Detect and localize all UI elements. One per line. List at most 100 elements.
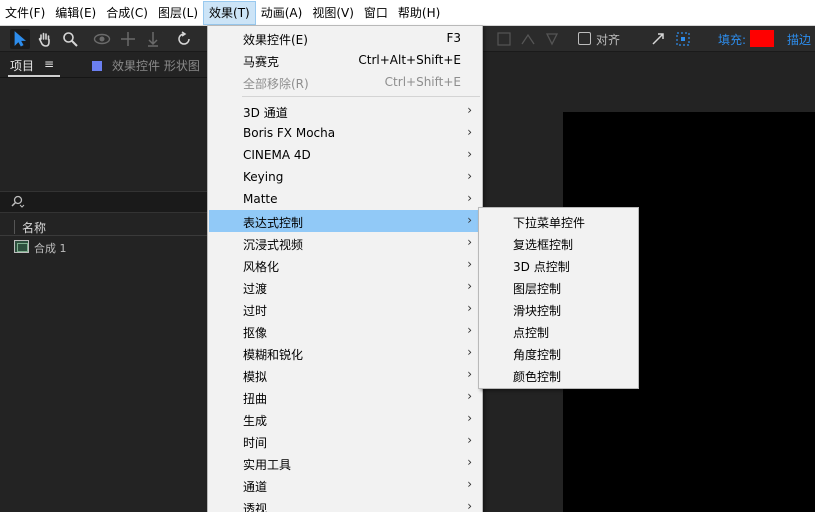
submenu-item-layer-control[interactable]: 图层控制: [480, 276, 637, 298]
puppet-starch-icon[interactable]: [542, 29, 562, 49]
menu-item-blur-sharpen[interactable]: 模糊和锐化 ›: [209, 342, 481, 364]
menu-item-label: 抠像: [243, 326, 268, 340]
menu-item-obsolete[interactable]: 过时 ›: [209, 298, 481, 320]
menu-item-stylize[interactable]: 风格化 ›: [209, 254, 481, 276]
pan-camera-icon[interactable]: [118, 29, 138, 49]
chevron-right-icon: ›: [467, 411, 472, 425]
menu-item-boris-fx-mocha[interactable]: Boris FX Mocha ›: [209, 122, 481, 144]
snap-arrow-icon[interactable]: [648, 29, 668, 49]
menu-item-keying[interactable]: Keying ›: [209, 166, 481, 188]
menu-item-matte[interactable]: Matte ›: [209, 188, 481, 210]
menu-item-label: 表达式控制: [243, 216, 304, 230]
menu-bar: 文件(F) 编辑(E) 合成(C) 图层(L) 效果(T) 动画(A) 视图(V…: [0, 0, 815, 26]
submenu-item-label: 颜色控制: [513, 370, 562, 384]
puppet-bend-icon[interactable]: [518, 29, 538, 49]
chevron-right-icon: ›: [467, 323, 472, 337]
expression-controls-submenu: 下拉菜单控件 复选框控制 3D 点控制 图层控制 滑块控制 点控制 角度控制 颜…: [478, 207, 639, 389]
menu-item-cinema-4d[interactable]: CINEMA 4D ›: [209, 144, 481, 166]
menu-item-keying-cn[interactable]: 抠像 ›: [209, 320, 481, 342]
rotate-icon[interactable]: [174, 29, 194, 49]
chevron-right-icon: ›: [467, 257, 472, 271]
menu-item-effect-controls[interactable]: 效果控件(E) F3: [209, 27, 481, 49]
menu-item-label: 模糊和锐化: [243, 348, 304, 362]
selection-arrow-icon[interactable]: [10, 29, 30, 49]
project-search-input[interactable]: [0, 191, 207, 213]
menu-item-label: 模拟: [243, 370, 268, 384]
submenu-item-label: 角度控制: [513, 348, 562, 362]
active-tab-underline: [8, 75, 60, 77]
menu-item-expression-controls[interactable]: 表达式控制 ›: [209, 210, 481, 232]
menu-item-utility[interactable]: 实用工具 ›: [209, 452, 481, 474]
snap-grid-icon[interactable]: [673, 29, 693, 49]
chevron-right-icon: ›: [467, 477, 472, 491]
column-header: 名称: [0, 218, 207, 236]
menu-item-time[interactable]: 时间 ›: [209, 430, 481, 452]
menu-item-label: Boris FX Mocha: [243, 126, 336, 140]
menu-window[interactable]: 窗口: [359, 1, 393, 25]
dolly-camera-icon[interactable]: [143, 29, 163, 49]
menu-edit[interactable]: 编辑(E): [50, 1, 101, 25]
chevron-right-icon: ›: [467, 235, 472, 249]
project-item[interactable]: 合成 1: [0, 238, 207, 256]
menu-item-generate[interactable]: 生成 ›: [209, 408, 481, 430]
menu-effect[interactable]: 效果(T): [203, 0, 256, 25]
chevron-right-icon: ›: [467, 103, 472, 117]
menu-item-simulation[interactable]: 模拟 ›: [209, 364, 481, 386]
menu-item-label: Matte: [243, 192, 278, 206]
composition-icon: [14, 240, 29, 253]
effect-menu-dropdown: 效果控件(E) F3 马赛克 Ctrl+Alt+Shift+E 全部移除(R) …: [207, 25, 483, 512]
fill-color-swatch[interactable]: [750, 30, 774, 47]
chevron-right-icon: ›: [467, 169, 472, 183]
submenu-item-dropdown-control[interactable]: 下拉菜单控件: [480, 210, 637, 232]
submenu-item-checkbox-control[interactable]: 复选框控制: [480, 232, 637, 254]
menu-item-channel[interactable]: 通道 ›: [209, 474, 481, 496]
chevron-right-icon: ›: [467, 455, 472, 469]
menu-item-mosaic[interactable]: 马赛克 Ctrl+Alt+Shift+E: [209, 49, 481, 71]
snap-label: 对齐: [596, 33, 621, 47]
zoom-icon[interactable]: [60, 29, 80, 49]
menu-item-label: 3D 通道: [243, 106, 288, 120]
stroke-label[interactable]: 描边: [787, 31, 811, 48]
chevron-right-icon: ›: [467, 279, 472, 293]
submenu-item-angle-control[interactable]: 角度控制: [480, 342, 637, 364]
submenu-item-label: 复选框控制: [513, 238, 574, 252]
fill-label[interactable]: 填充:: [718, 31, 746, 48]
menu-item-transition[interactable]: 过渡 ›: [209, 276, 481, 298]
menu-item-label: 生成: [243, 414, 268, 428]
menu-animation[interactable]: 动画(A): [256, 1, 308, 25]
menu-composition[interactable]: 合成(C): [101, 1, 153, 25]
search-icon: [10, 195, 26, 212]
menu-item-immersive-video[interactable]: 沉浸式视频 ›: [209, 232, 481, 254]
hand-icon[interactable]: [35, 29, 55, 49]
menu-item-3d-channel[interactable]: 3D 通道 ›: [209, 100, 481, 122]
menu-item-label: 风格化: [243, 260, 280, 274]
chevron-right-icon: ›: [467, 301, 472, 315]
tab-project[interactable]: 项目: [10, 57, 34, 74]
submenu-item-label: 图层控制: [513, 282, 562, 296]
menu-item-label: 马赛克: [243, 55, 280, 69]
effects-tab-color-icon: [92, 61, 102, 71]
menu-item-label: 时间: [243, 436, 268, 450]
menu-item-distort[interactable]: 扭曲 ›: [209, 386, 481, 408]
orbit-camera-icon[interactable]: [92, 29, 112, 49]
menu-view[interactable]: 视图(V): [307, 1, 359, 25]
submenu-item-color-control[interactable]: 颜色控制: [480, 364, 637, 386]
menu-file[interactable]: 文件(F): [0, 1, 50, 25]
panel-tabs: 项目 ≡ 效果控件 形状图: [0, 52, 207, 78]
menu-layer[interactable]: 图层(L): [153, 1, 203, 25]
submenu-item-point-control[interactable]: 点控制: [480, 320, 637, 342]
menu-item-shortcut: Ctrl+Alt+Shift+E: [358, 53, 461, 67]
tab-effect-controls[interactable]: 效果控件 形状图: [112, 57, 200, 74]
menu-help[interactable]: 帮助(H): [393, 1, 445, 25]
snap-checkbox[interactable]: [578, 32, 591, 45]
menu-item-label: 全部移除(R): [243, 77, 309, 91]
submenu-item-slider-control[interactable]: 滑块控制: [480, 298, 637, 320]
puppet-pin-icon[interactable]: [494, 29, 514, 49]
chevron-right-icon: ›: [467, 367, 472, 381]
menu-item-perspective[interactable]: 透视 ›: [209, 496, 481, 512]
menu-item-label: 实用工具: [243, 458, 292, 472]
menu-item-label: CINEMA 4D: [243, 148, 311, 162]
submenu-item-3d-point-control[interactable]: 3D 点控制: [480, 254, 637, 276]
column-name-header[interactable]: 名称: [22, 219, 46, 236]
panel-menu-icon[interactable]: ≡: [44, 57, 54, 71]
